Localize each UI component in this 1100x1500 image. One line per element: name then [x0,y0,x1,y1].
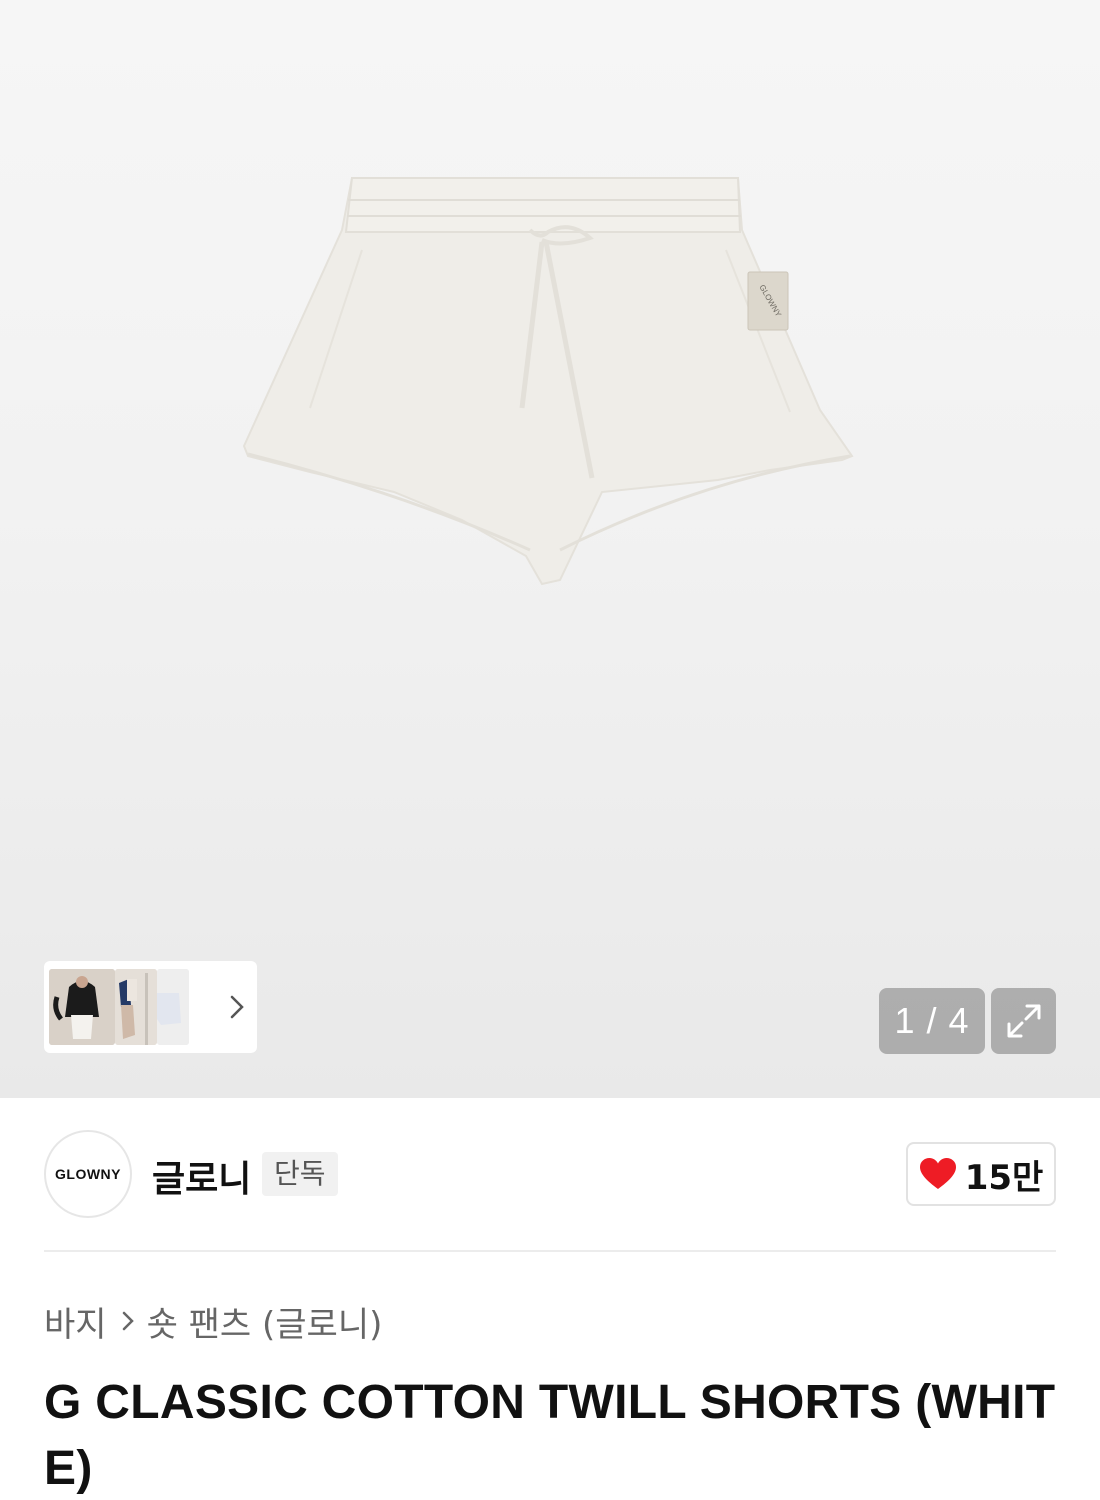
like-button[interactable]: 15만 [906,1142,1056,1206]
shorts-body [242,177,854,586]
like-count: 15만 [964,1157,1044,1198]
thumbnail-1-image [49,969,115,1045]
fullscreen-button[interactable] [991,988,1056,1054]
thumbnail-1[interactable] [49,969,115,1045]
product-image: GLOWNY [242,177,854,586]
thumbnail-3[interactable] [157,969,189,1045]
pager-text: 1 / 4 [894,1000,970,1041]
divider [44,1250,1056,1252]
brand-name[interactable]: 글로니 [152,1150,251,1202]
thumbnail-strip[interactable] [44,961,257,1053]
breadcrumb-item-pants[interactable]: 바지 [44,1297,107,1346]
thumbnail-3-image [157,969,189,1045]
brand-logo[interactable]: GLOWNY [44,1130,132,1218]
product-title: G CLASSIC COTTON TWILL SHORTS (WHITE) [44,1376,1056,1495]
heart-icon [919,1158,956,1189]
product-image-gallery[interactable]: GLOWNY 1 / 4 [0,0,1100,1098]
image-pager: 1 / 4 [879,988,985,1054]
chevron-right-icon [121,1310,135,1332]
breadcrumb: 바지 숏 팬츠 (글로니) [44,1296,382,1346]
breadcrumb-item-short-pants[interactable]: 숏 팬츠 (글로니) [147,1297,383,1346]
thumbnail-2[interactable] [115,969,157,1045]
chevron-right-icon[interactable] [222,989,252,1025]
brand-logo-text: GLOWNY [55,1166,121,1182]
expand-arrows-icon [1007,1004,1040,1038]
exclusive-badge: 단독 [262,1152,338,1196]
brand-row: GLOWNY 글로니 단독 15만 [44,1130,1056,1218]
thumbnail-2-image [115,969,157,1045]
